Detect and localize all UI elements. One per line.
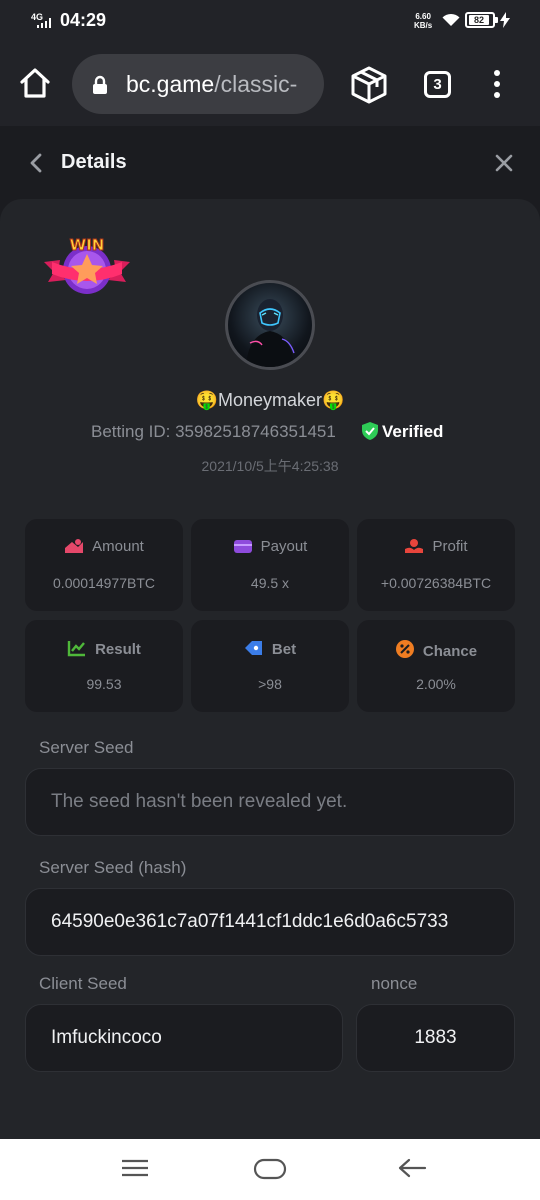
overflow-menu-icon[interactable] [494,70,502,103]
stat-payout-label: Payout [260,538,308,555]
wifi-icon [442,13,460,26]
page-title: Details [61,151,127,173]
server-seed-hash-field[interactable]: 64590e0e361c7a07f1441cf1ddc1e6d0a6c5733 [25,888,515,956]
avatar-image [246,299,295,367]
amount-icon [65,539,84,553]
stat-profit-value: +0.00726384BTC [380,575,492,591]
stat-profit-label: Profit [432,538,468,555]
back-chevron-icon[interactable] [28,152,44,174]
stat-result-label: Result [95,641,141,658]
stat-result: Result 99.53 [25,620,183,712]
verified-badge[interactable]: Verified [362,422,443,442]
stat-amount: Amount 0.00014977BTC [25,519,183,611]
nonce-field[interactable]: 1883 [356,1004,515,1072]
url-text: bc.game/classic- [126,71,298,97]
stat-chance-value: 2.00% [416,676,456,692]
percent-icon [395,640,414,658]
clock: 04:29 [60,10,107,30]
stat-payout: Payout 49.5 x [191,519,349,611]
stat-result-value: 99.53 [86,676,122,692]
home-nav-icon[interactable] [253,1158,287,1180]
stat-profit: Profit +0.00726384BTC [357,519,515,611]
nonce-value: 1883 [414,1027,457,1048]
lock-icon [93,75,107,94]
result-chart-icon [67,641,86,657]
network-speed: 6.60 KB/s [414,12,433,30]
username: 🤑Moneymaker🤑 [195,390,345,410]
status-bar: 4G 04:29 6.60 KB/s 82 [0,0,540,40]
bet-tag-icon [244,641,262,655]
stat-chance: Chance 2.00% [357,620,515,712]
browser-toolbar: bc.game/classic- 3 [0,40,540,126]
client-seed-label: Client Seed [39,974,127,993]
recents-icon[interactable] [120,1157,150,1179]
server-seed-hash-value: 64590e0e361c7a07f1441cf1ddc1e6d0a6c5733 [51,911,449,932]
stat-bet-value: >98 [258,676,282,692]
betting-id: Betting ID: 35982518746351451 [91,422,336,441]
server-seed-value: The seed hasn't been revealed yet. [51,791,348,812]
close-icon[interactable] [494,153,514,173]
stat-bet-label: Bet [271,641,297,658]
svg-text:WIN: WIN [70,236,105,254]
server-seed-hash-label: Server Seed (hash) [39,858,187,877]
url-bar[interactable]: bc.game/classic- [72,54,324,114]
system-nav-bar [0,1139,540,1200]
nonce-label: nonce [371,974,418,993]
tab-switcher-button[interactable]: 3 [424,71,451,98]
shield-check-icon [362,422,378,440]
server-seed-field[interactable]: The seed hasn't been revealed yet. [25,768,515,836]
stat-amount-value: 0.00014977BTC [53,575,155,591]
stat-bet: Bet >98 [191,620,349,712]
client-seed-field[interactable]: Imfuckincoco [25,1004,343,1072]
bet-timestamp: 2021/10/5上午4:25:38 [201,458,339,474]
cube-icon[interactable] [350,65,388,105]
charging-icon [500,12,510,28]
stat-payout-value: 49.5 x [250,575,290,591]
home-icon[interactable] [18,67,52,99]
stat-chance-label: Chance [422,643,478,660]
back-nav-icon[interactable] [397,1157,427,1179]
battery-level: 82 [469,15,489,25]
win-badge-icon: WIN [44,236,130,294]
signal-icon [37,18,51,28]
wallet-icon [233,540,252,553]
battery-icon: 82 [465,12,498,28]
server-seed-label: Server Seed [39,738,134,757]
details-header: Details [0,126,540,200]
avatar [225,280,315,370]
stat-amount-label: Amount [92,538,144,555]
client-seed-value: Imfuckincoco [51,1027,162,1048]
profit-icon [405,539,424,553]
